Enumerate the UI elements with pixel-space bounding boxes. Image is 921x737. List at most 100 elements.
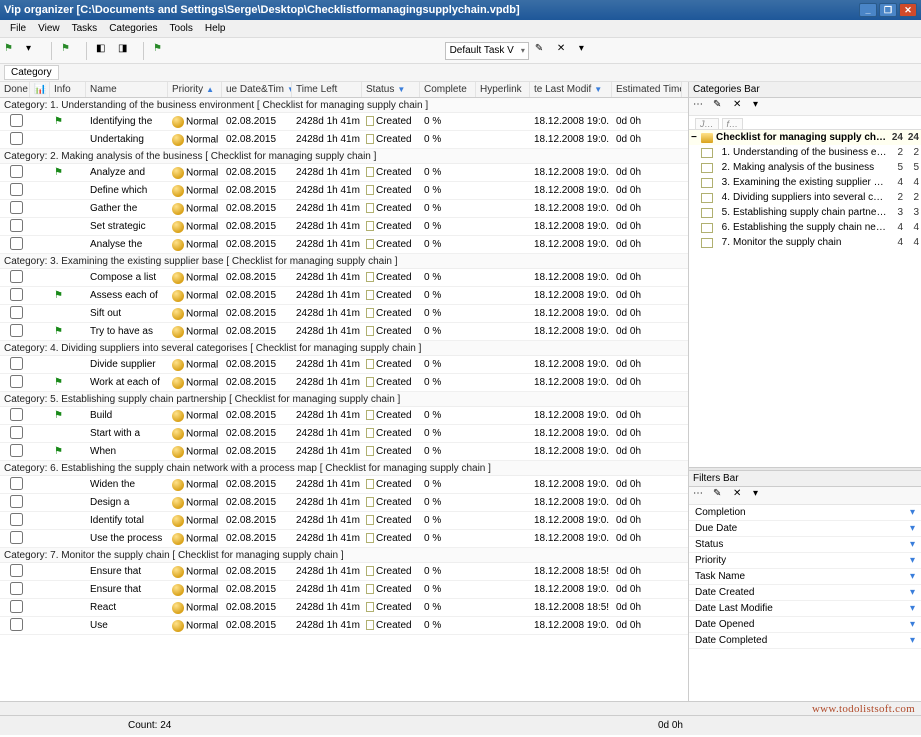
task-row[interactable]: Identify totalNormal02.08.20152428d 1h 4…	[0, 512, 688, 530]
done-checkbox[interactable]	[10, 477, 23, 490]
toolbar-button[interactable]: ▾	[579, 43, 595, 59]
tree-item[interactable]: 2. Making analysis of the business55	[689, 160, 921, 175]
group-header[interactable]: Category: 3. Examining the existing supp…	[0, 254, 688, 269]
task-row[interactable]: ⚑Assess each ofNormal02.08.20152428d 1h …	[0, 287, 688, 305]
done-checkbox[interactable]	[10, 270, 23, 283]
task-row[interactable]: ⚑Work at each ofNormal02.08.20152428d 1h…	[0, 374, 688, 392]
filter-date-completed[interactable]: Date Completed▾	[689, 633, 921, 649]
task-row[interactable]: Sift outNormal02.08.20152428d 1h 41mCrea…	[0, 305, 688, 323]
tree-item[interactable]: 3. Examining the existing supplier base4…	[689, 175, 921, 190]
col-priority[interactable]: Priority▲	[168, 82, 222, 97]
maximize-button[interactable]: ❐	[879, 3, 897, 17]
task-row[interactable]: Use the processNormal02.08.20152428d 1h …	[0, 530, 688, 548]
toolbar-button[interactable]: ▾	[26, 43, 42, 59]
horizontal-scroll[interactable]	[0, 701, 921, 715]
group-header[interactable]: Category: 6. Establishing the supply cha…	[0, 461, 688, 476]
col-status[interactable]: Status▼	[362, 82, 420, 97]
task-row[interactable]: ⚑Try to have asNormal02.08.20152428d 1h …	[0, 323, 688, 341]
group-header[interactable]: Category: 4. Dividing suppliers into sev…	[0, 341, 688, 356]
menu-file[interactable]: File	[4, 23, 32, 34]
toolbar-button[interactable]: ✎	[713, 99, 729, 115]
minimize-button[interactable]: _	[859, 3, 877, 17]
col-last-modified[interactable]: te Last Modif▼	[530, 82, 612, 97]
toolbar-button[interactable]: ✕	[733, 99, 749, 115]
task-row[interactable]: Widen theNormal02.08.20152428d 1h 41mCre…	[0, 476, 688, 494]
task-row[interactable]: ⚑WhenNormal02.08.20152428d 1h 41mCreated…	[0, 443, 688, 461]
filter-date-opened[interactable]: Date Opened▾	[689, 617, 921, 633]
col-timeleft[interactable]: Time Left	[292, 82, 362, 97]
toolbar-button[interactable]: ▾	[753, 99, 769, 115]
filter-completion[interactable]: Completion▾	[689, 505, 921, 521]
done-checkbox[interactable]	[10, 531, 23, 544]
filter-date-last-modifie[interactable]: Date Last Modifie▾	[689, 601, 921, 617]
filter-task-name[interactable]: Task Name▾	[689, 569, 921, 585]
flag-icon[interactable]: ⚑	[153, 43, 169, 59]
toolbar-button[interactable]: ✕	[733, 488, 749, 504]
done-checkbox[interactable]	[10, 324, 23, 337]
done-checkbox[interactable]	[10, 201, 23, 214]
task-view-combo[interactable]: Default Task V	[445, 42, 529, 60]
done-checkbox[interactable]	[10, 375, 23, 388]
done-checkbox[interactable]	[10, 444, 23, 457]
task-row[interactable]: Gather theNormal02.08.20152428d 1h 41mCr…	[0, 200, 688, 218]
toolbar-button[interactable]: ✕	[557, 43, 573, 59]
filter-date-created[interactable]: Date Created▾	[689, 585, 921, 601]
done-checkbox[interactable]	[10, 306, 23, 319]
menu-categories[interactable]: Categories	[103, 23, 163, 34]
flag-icon[interactable]: ⚑	[61, 43, 77, 59]
task-row[interactable]: UseNormal02.08.20152428d 1h 41mCreated0 …	[0, 617, 688, 635]
toolbar-button[interactable]: ⋯	[693, 99, 709, 115]
done-checkbox[interactable]	[10, 183, 23, 196]
task-row[interactable]: ⚑BuildNormal02.08.20152428d 1h 41mCreate…	[0, 407, 688, 425]
close-button[interactable]: ✕	[899, 3, 917, 17]
task-row[interactable]: Set strategicNormal02.08.20152428d 1h 41…	[0, 218, 688, 236]
task-row[interactable]: Analyse theNormal02.08.20152428d 1h 41mC…	[0, 236, 688, 254]
col-hyperlink[interactable]: Hyperlink	[476, 82, 530, 97]
tree-item[interactable]: 1. Understanding of the business environ…	[689, 145, 921, 160]
col-due[interactable]: ue Date&Tim▼	[222, 82, 292, 97]
group-header[interactable]: Category: 1. Understanding of the busine…	[0, 98, 688, 113]
done-checkbox[interactable]	[10, 114, 23, 127]
menu-view[interactable]: View	[32, 23, 66, 34]
col-chart-icon[interactable]: 📊	[30, 82, 50, 97]
filter-due-date[interactable]: Due Date▾	[689, 521, 921, 537]
col-info[interactable]: Info	[50, 82, 86, 97]
task-row[interactable]: ReactNormal02.08.20152428d 1h 41mCreated…	[0, 599, 688, 617]
tab[interactable]: J…	[695, 118, 719, 129]
toolbar-button[interactable]: ✎	[535, 43, 551, 59]
done-checkbox[interactable]	[10, 288, 23, 301]
toolbar-button[interactable]: ✎	[713, 488, 729, 504]
toolbar-button[interactable]: ◧	[96, 43, 112, 59]
group-by-category-chip[interactable]: Category	[4, 65, 59, 80]
done-checkbox[interactable]	[10, 132, 23, 145]
task-row[interactable]: Define whichNormal02.08.20152428d 1h 41m…	[0, 182, 688, 200]
menu-tools[interactable]: Tools	[164, 23, 199, 34]
flag-green-icon[interactable]: ⚑	[4, 43, 20, 59]
toolbar-button[interactable]: ▾	[753, 488, 769, 504]
done-checkbox[interactable]	[10, 513, 23, 526]
done-checkbox[interactable]	[10, 600, 23, 613]
tab[interactable]: f…	[722, 118, 744, 129]
group-header[interactable]: Category: 5. Establishing supply chain p…	[0, 392, 688, 407]
toolbar-button[interactable]: ⋯	[693, 488, 709, 504]
toolbar-button[interactable]: ◨	[118, 43, 134, 59]
tree-item[interactable]: 4. Dividing suppliers into several categ…	[689, 190, 921, 205]
tree-root[interactable]: −Checklist for managing supply chain2424	[689, 130, 921, 145]
filter-priority[interactable]: Priority▾	[689, 553, 921, 569]
done-checkbox[interactable]	[10, 582, 23, 595]
tree-item[interactable]: 5. Establishing supply chain partnership…	[689, 205, 921, 220]
done-checkbox[interactable]	[10, 219, 23, 232]
tree-item[interactable]: 6. Establishing the supply chain network…	[689, 220, 921, 235]
menu-tasks[interactable]: Tasks	[66, 23, 104, 34]
done-checkbox[interactable]	[10, 564, 23, 577]
col-name[interactable]: Name	[86, 82, 168, 97]
task-row[interactable]: Start with aNormal02.08.20152428d 1h 41m…	[0, 425, 688, 443]
collapse-icon[interactable]: −	[691, 132, 701, 143]
group-header[interactable]: Category: 2. Making analysis of the busi…	[0, 149, 688, 164]
done-checkbox[interactable]	[10, 237, 23, 250]
task-row[interactable]: Ensure thatNormal02.08.20152428d 1h 41mC…	[0, 563, 688, 581]
done-checkbox[interactable]	[10, 165, 23, 178]
group-header[interactable]: Category: 7. Monitor the supply chain [ …	[0, 548, 688, 563]
task-row[interactable]: Design aNormal02.08.20152428d 1h 41mCrea…	[0, 494, 688, 512]
task-row[interactable]: ⚑Identifying theNormal02.08.20152428d 1h…	[0, 113, 688, 131]
